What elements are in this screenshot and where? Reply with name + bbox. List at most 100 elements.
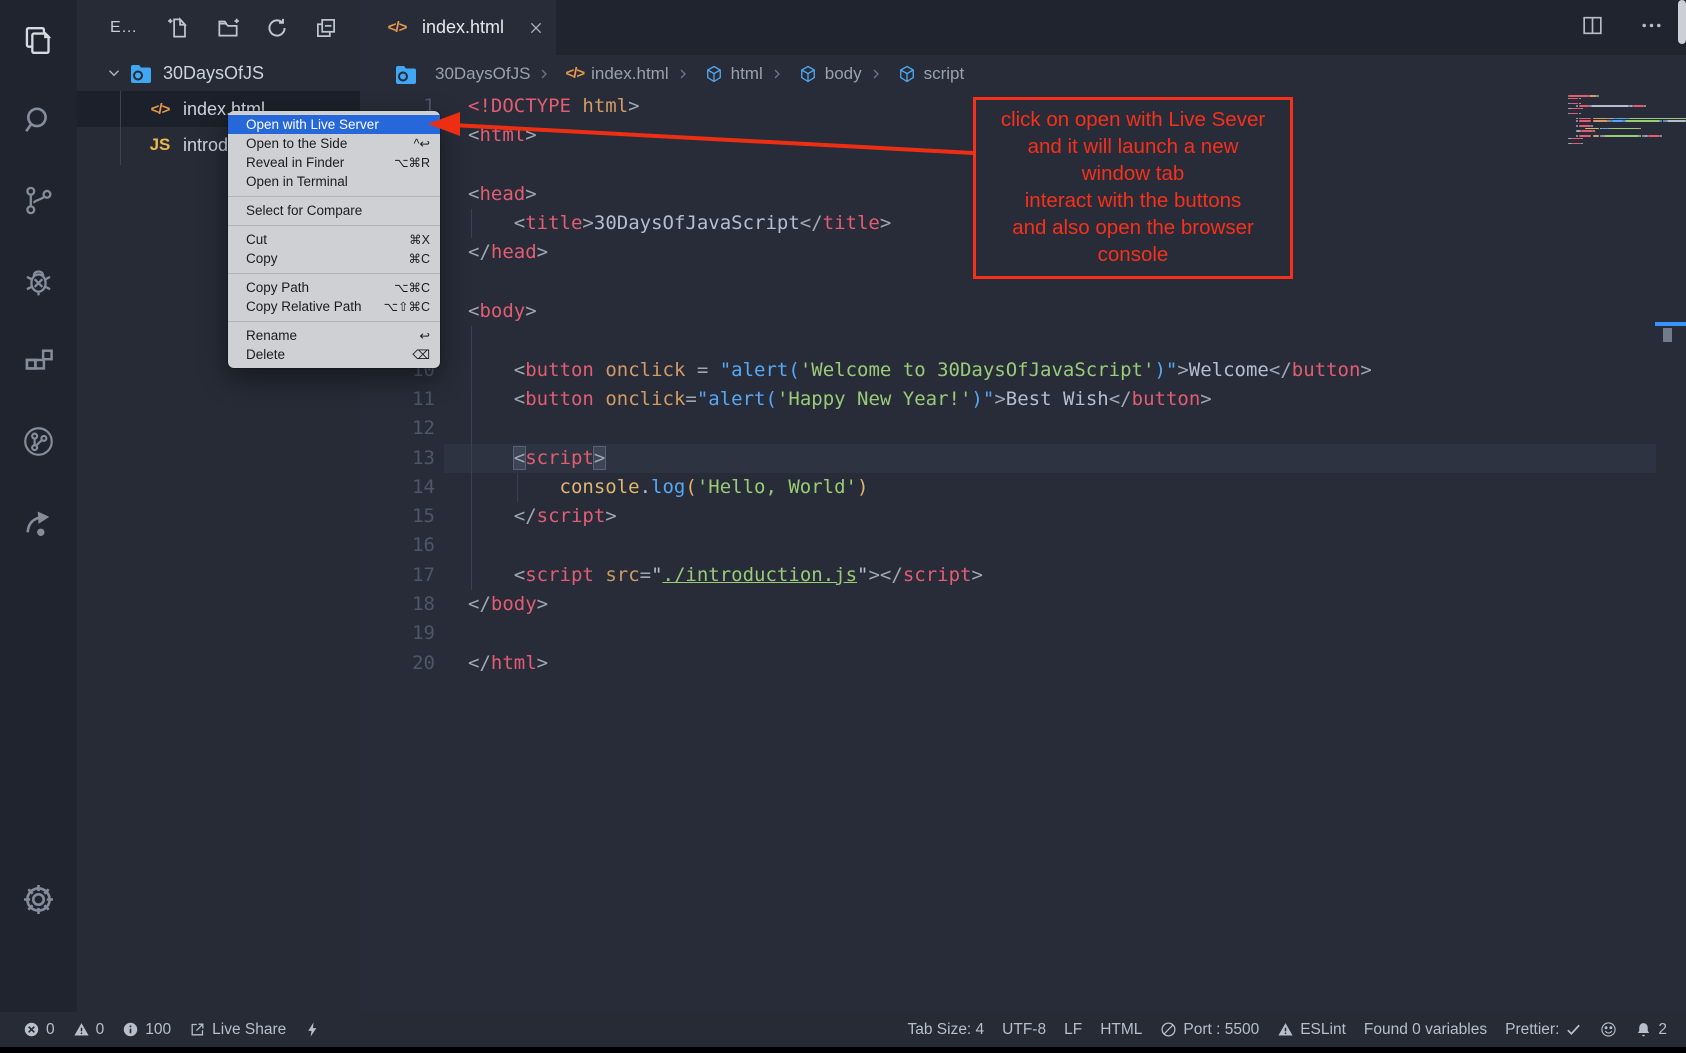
bolt-icon (304, 1021, 321, 1038)
code-line-content: <script> (468, 444, 605, 473)
status-label: LF (1064, 1021, 1082, 1039)
status-prettier-status[interactable]: Prettier: (1505, 1021, 1582, 1039)
source-control-icon[interactable] (0, 162, 77, 239)
sidebar-header: E… (77, 0, 360, 55)
live-share-icon[interactable] (0, 483, 77, 560)
menu-item-reveal-in-finder[interactable]: Reveal in Finder ⌥⌘R (228, 153, 440, 172)
chevron-right-icon (769, 66, 785, 82)
menu-item-delete[interactable]: Delete⌫ (228, 345, 440, 364)
search-icon[interactable] (0, 82, 77, 159)
circle-branch-icon[interactable] (0, 403, 77, 480)
code-line: 9 (360, 326, 1686, 355)
status-encoding[interactable]: UTF-8 (1002, 1021, 1046, 1039)
tab-bar: </> index.html (360, 0, 1686, 55)
menu-item-copy[interactable]: Copy⌘C (228, 249, 440, 268)
status-feedback-smiley[interactable] (1600, 1021, 1617, 1038)
window-bottom-edge (0, 1047, 1686, 1053)
menu-item-copy-path[interactable]: Copy Path⌥⌘C (228, 278, 440, 297)
minimap-line (1581, 138, 1583, 140)
breadcrumb-item-html[interactable]: html (675, 64, 763, 84)
explorer-icon[interactable] (0, 2, 77, 79)
html-file-icon: </> (382, 19, 412, 36)
minimap-line (1591, 105, 1629, 107)
menu-item-open-to-the-side[interactable]: Open to the Side^↩ (228, 134, 440, 153)
minimap[interactable] (1568, 95, 1660, 155)
menu-item-shortcut: ⌥⌘R (394, 155, 430, 170)
html-file-icon: </> (565, 65, 584, 82)
check-icon (1565, 1021, 1582, 1038)
status-eol[interactable]: LF (1064, 1021, 1082, 1039)
menu-item-label: Reveal in Finder (246, 155, 344, 170)
js-file-icon: JS (145, 135, 175, 155)
menu-item-rename[interactable]: Rename↩ (228, 326, 440, 345)
breadcrumb-item-index-html[interactable]: </>index.html (536, 64, 668, 84)
status-eslint-status[interactable]: ESLint (1277, 1021, 1346, 1039)
minimap-line (1604, 135, 1640, 137)
minimap-line (1591, 125, 1593, 127)
status-live-share-status[interactable]: Live Share (189, 1021, 286, 1039)
code-line-content: <script src="./introduction.js"></script… (468, 561, 983, 590)
code-line: 11 <button onclick="alert('Happy New Yea… (360, 385, 1686, 414)
tree-root-label: 30DaysOfJS (163, 63, 264, 84)
code-line-content: <!DOCTYPE html> (468, 92, 640, 121)
scrollbar-handle[interactable] (1663, 328, 1672, 342)
tab-index-html[interactable]: </> index.html (360, 0, 556, 55)
minimap-line (1629, 118, 1686, 120)
new-folder-icon[interactable] (215, 15, 241, 41)
tree-root-folder[interactable]: 30DaysOfJS (77, 55, 360, 91)
minimap-line (1570, 103, 1578, 105)
new-file-icon[interactable] (166, 15, 192, 41)
status-errors-count[interactable]: 0 (23, 1021, 55, 1039)
menu-separator (228, 321, 440, 322)
status-tab-size[interactable]: Tab Size: 4 (907, 1021, 984, 1039)
menu-item-open-with-live-server[interactable]: Open with Live Server (228, 115, 440, 134)
status-notifications-bell[interactable]: 2 (1635, 1021, 1667, 1039)
symbol-cube-icon (897, 64, 917, 84)
settings-gear-icon[interactable] (0, 861, 77, 938)
breadcrumb-item-30DaysOfJS[interactable]: 30DaysOfJS (390, 64, 530, 84)
minimap-line (1667, 120, 1686, 122)
menu-item-copy-relative-path[interactable]: Copy Relative Path⌥⇧⌘C (228, 297, 440, 316)
collapse-all-icon[interactable] (313, 15, 339, 41)
extensions-icon[interactable] (0, 323, 77, 400)
minimap-line (1570, 98, 1578, 100)
breadcrumb-item-script[interactable]: script (868, 64, 965, 84)
current-line-highlight (444, 444, 1656, 473)
status-warnings-count[interactable]: 0 (73, 1021, 105, 1039)
status-language-mode[interactable]: HTML (1100, 1021, 1142, 1039)
minimap-line (1612, 120, 1623, 122)
vscode-window: E… 30DaysOfJS</>index.htmlJSintroduction… (0, 0, 1686, 1053)
status-label: Port : 5500 (1183, 1021, 1259, 1039)
close-icon[interactable] (528, 20, 544, 36)
status-live-server-port[interactable]: Port : 5500 (1160, 1021, 1259, 1039)
minimap-line (1639, 128, 1641, 130)
menu-item-select-for-compare[interactable]: Select for Compare (228, 201, 440, 220)
code-line-content: </script> (468, 502, 617, 531)
code-line: 20</html> (360, 649, 1686, 678)
annotation-line: click on open with Live Sever (976, 106, 1290, 133)
breadcrumb-item-body[interactable]: body (769, 64, 862, 84)
code-line: 14 console.log('Hello, World') (360, 473, 1686, 502)
line-number: 12 (360, 414, 435, 443)
status-variables-found[interactable]: Found 0 variables (1364, 1021, 1487, 1039)
menu-item-cut[interactable]: Cut⌘X (228, 230, 440, 249)
code-line: 18</body> (360, 590, 1686, 619)
status-label: Found 0 variables (1364, 1021, 1487, 1039)
split-editor-icon[interactable] (1580, 13, 1605, 43)
symbol-cube-icon (704, 64, 724, 84)
status-info-count[interactable]: 100 (122, 1021, 171, 1039)
minimap-line (1579, 113, 1581, 115)
indent-guide (471, 326, 472, 355)
errcircle-icon (23, 1021, 40, 1038)
refresh-icon[interactable] (264, 15, 290, 41)
line-number: 14 (360, 473, 435, 502)
scrollbar-top[interactable] (1678, 0, 1686, 44)
menu-item-shortcut: ^↩ (414, 136, 430, 151)
minimap-line (1579, 98, 1581, 100)
line-number: 19 (360, 619, 435, 648)
status-lightning-status[interactable] (304, 1021, 321, 1038)
menu-item-open-in-terminal[interactable]: Open in Terminal (228, 172, 440, 191)
run-debug-icon[interactable] (0, 243, 77, 320)
minimap-line (1579, 105, 1590, 107)
more-actions-icon[interactable] (1639, 13, 1664, 43)
